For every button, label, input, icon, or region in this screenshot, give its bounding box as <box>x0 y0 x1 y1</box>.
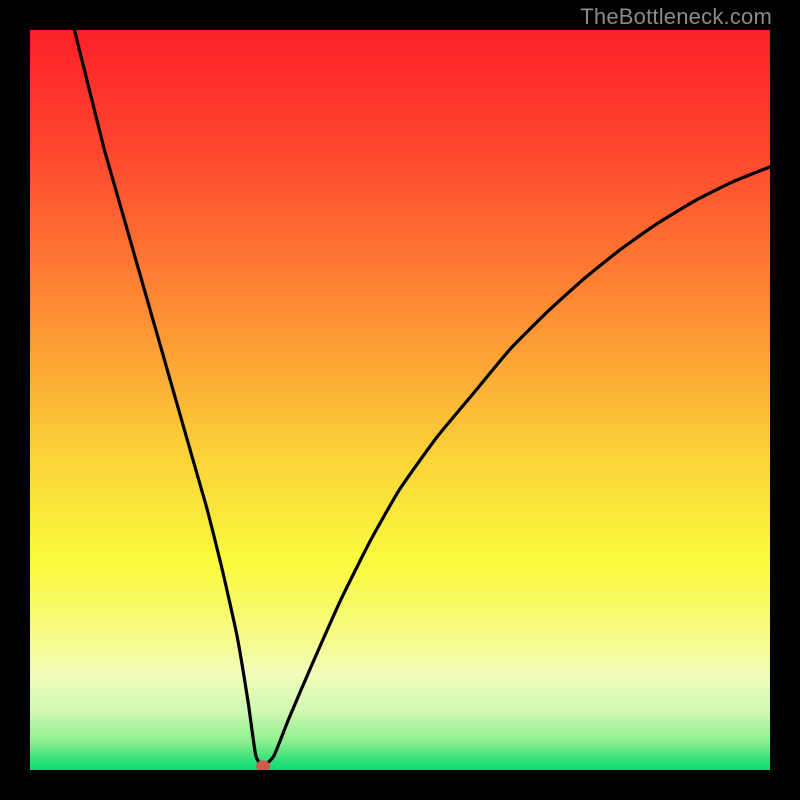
marker-dot <box>30 30 770 770</box>
chart-frame: TheBottleneck.com <box>0 0 800 800</box>
watermark-text: TheBottleneck.com <box>580 4 772 30</box>
plot-area <box>30 30 770 770</box>
